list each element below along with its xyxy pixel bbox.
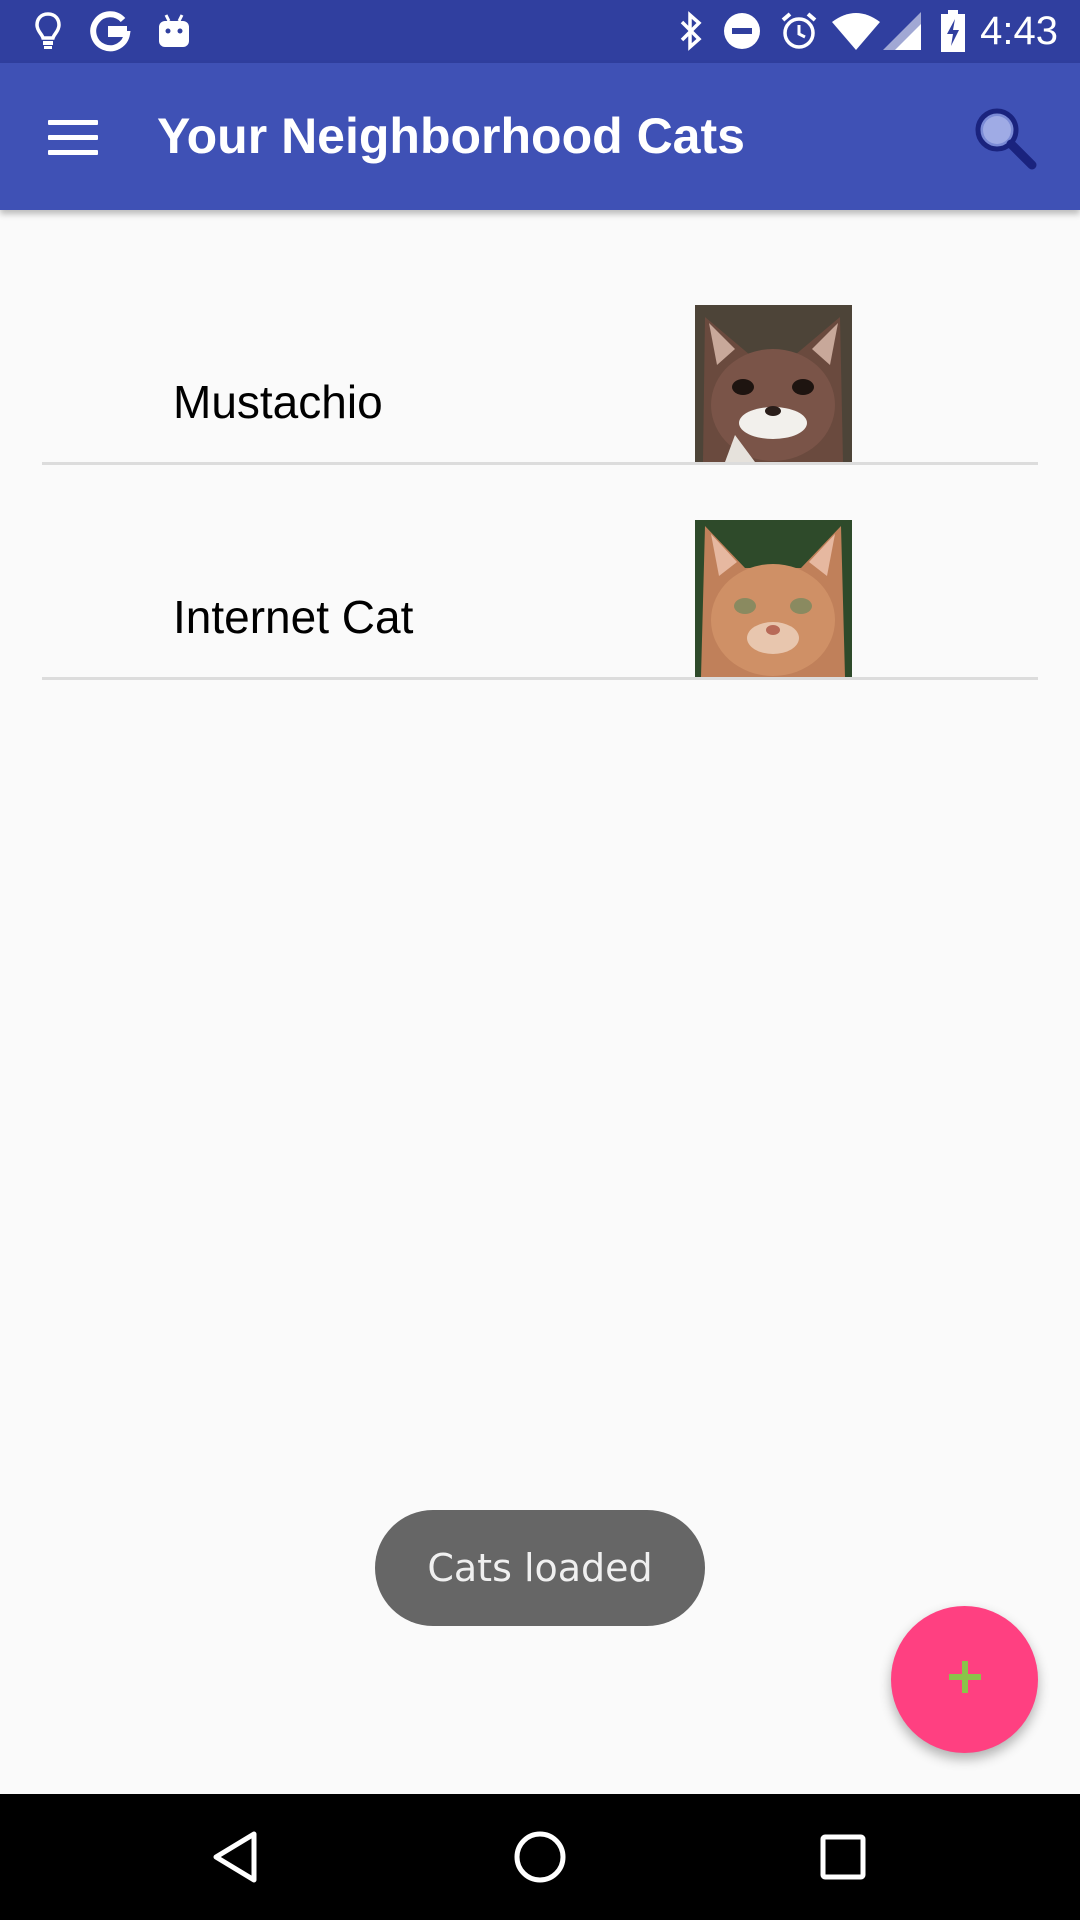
- cat-list: Mustachio Internet Cat: [42, 210, 1038, 680]
- bluetooth-icon: [676, 10, 706, 52]
- status-bar: 4:43: [0, 0, 1080, 63]
- battery-charging-icon: [938, 10, 968, 52]
- navigation-bar: [0, 1794, 1080, 1920]
- android-icon: [154, 10, 194, 52]
- status-time: 4:43: [980, 9, 1058, 53]
- cat-name: Internet Cat: [173, 591, 414, 643]
- cat-photo: [695, 305, 852, 462]
- plus-icon: [945, 1657, 985, 1702]
- cat-name: Mustachio: [173, 376, 383, 428]
- search-icon[interactable]: [970, 103, 1040, 173]
- cat-photo: [695, 520, 852, 677]
- add-cat-button[interactable]: [891, 1606, 1038, 1753]
- hamburger-menu-icon[interactable]: [38, 107, 108, 167]
- toast-message: Cats loaded: [375, 1510, 705, 1626]
- app-bar: Your Neighborhood Cats: [0, 63, 1080, 210]
- do-not-disturb-icon: [722, 10, 762, 52]
- lightbulb-icon: [30, 10, 66, 52]
- list-item[interactable]: Internet Cat: [42, 465, 1038, 680]
- wifi-icon: [832, 10, 880, 52]
- home-icon[interactable]: [507, 1824, 573, 1890]
- cell-signal-icon: [882, 10, 922, 52]
- list-item[interactable]: Mustachio: [42, 210, 1038, 465]
- back-icon[interactable]: [202, 1824, 268, 1890]
- alarm-icon: [778, 10, 820, 52]
- page-title: Your Neighborhood Cats: [157, 108, 745, 164]
- recents-icon[interactable]: [810, 1824, 876, 1890]
- google-icon: [88, 10, 132, 52]
